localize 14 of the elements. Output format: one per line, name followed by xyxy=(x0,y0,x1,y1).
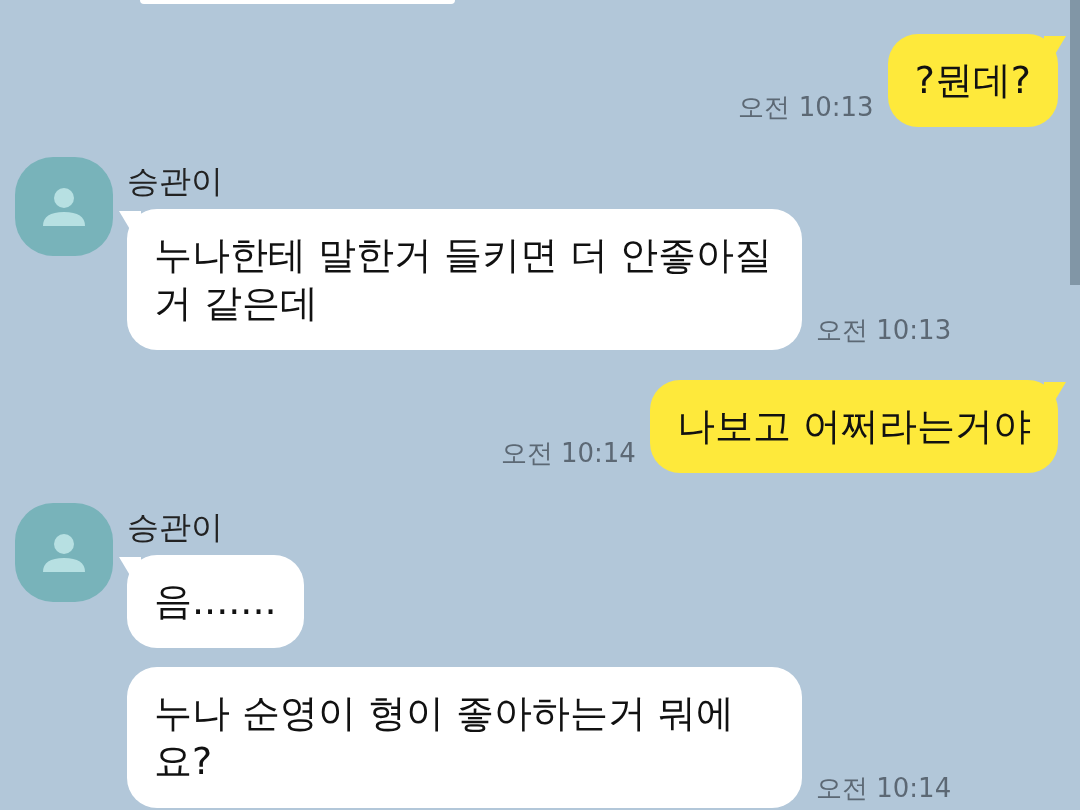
avatar-icon[interactable] xyxy=(15,503,113,602)
message-time: 오전 10:14 xyxy=(500,437,636,470)
message-time: 오전 10:13 xyxy=(738,91,874,124)
message-bubble: 누나 순영이 형이 좋아하는거 뭐에요? xyxy=(127,667,802,808)
sender-name: 승관이 xyxy=(127,507,224,548)
message-bubble: 나보고 어쩌라는거야 xyxy=(649,380,1058,473)
avatar-icon[interactable] xyxy=(15,157,113,256)
scrollbar[interactable] xyxy=(1070,0,1080,285)
message-bubble: ?뭔데? xyxy=(887,34,1058,127)
message-bubble: 누나한테 말한거 들키면 더 안좋아질거 같은데 xyxy=(127,209,802,350)
message-time: 오전 10:14 xyxy=(816,772,952,805)
message-bubble: 음....... xyxy=(127,555,304,648)
message-time: 오전 10:13 xyxy=(816,314,952,347)
sender-name: 승관이 xyxy=(127,161,224,202)
